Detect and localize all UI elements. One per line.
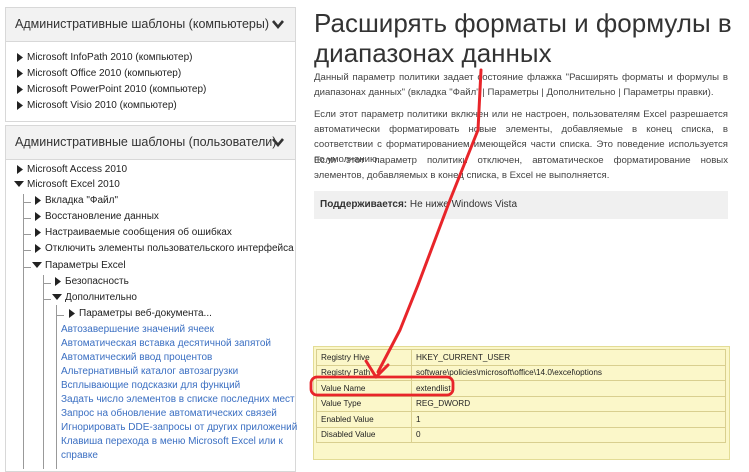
annotation-arrow-head [364,359,390,379]
annotation-arrow-line [376,68,483,374]
annotation-overlay [309,68,483,397]
annotation-highlight-box [309,375,455,397]
